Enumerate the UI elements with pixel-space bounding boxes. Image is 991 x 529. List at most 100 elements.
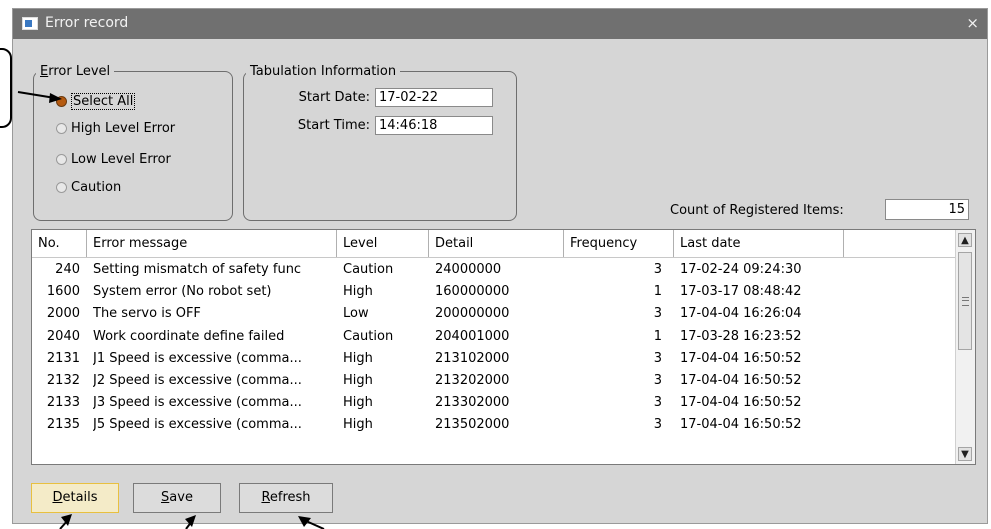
cell-level: Low — [343, 306, 369, 322]
start-time-field[interactable] — [375, 116, 493, 135]
cell-frequency: 3 — [653, 262, 662, 277]
table-row[interactable]: 2131 J1 Speed is excessive (comma... High 2… — [32, 348, 957, 370]
title-bar[interactable]: Error record × — [13, 9, 987, 39]
table-row[interactable]: 2040 Work coordinate define failed Caution… — [32, 326, 957, 348]
callout-box — [0, 48, 12, 128]
scroll-thumb[interactable] — [958, 252, 972, 350]
cell-message: Setting mismatch of safety func — [93, 262, 302, 277]
radio-caution[interactable]: Caution — [56, 177, 121, 197]
refresh-label: efresh — [269, 490, 311, 505]
cell-level: Caution — [343, 328, 394, 344]
cell-no: 2135 — [46, 417, 80, 433]
tabulation-legend: Tabulation Information — [250, 64, 397, 79]
column-header-frequency[interactable]: Frequency — [564, 230, 674, 257]
list-header: No. Error message Level Detail Frequency… — [32, 230, 957, 258]
cell-frequency: 1 — [653, 284, 662, 300]
radio-low-level-error[interactable]: Low Level Error — [56, 149, 171, 169]
refresh-mnemonic: R — [261, 490, 270, 505]
window-title: Error record — [45, 15, 129, 31]
column-header-error-message[interactable]: Error message — [87, 230, 337, 257]
cell-last-date: 17-02-24 09:24:30 — [680, 262, 802, 277]
cell-level: High — [343, 395, 373, 411]
cell-last-date: 17-04-04 16:26:04 — [680, 306, 802, 322]
start-date-field[interactable] — [375, 88, 493, 107]
grip-icon — [962, 297, 969, 306]
cell-frequency: 3 — [653, 373, 662, 388]
save-label: ave — [169, 490, 193, 505]
radio-low-level-error-label: Low Level Error — [71, 151, 171, 167]
details-button[interactable]: Details — [31, 483, 119, 513]
cell-detail: 213502000 — [435, 417, 510, 433]
column-header-level[interactable]: Level — [337, 230, 429, 257]
table-row[interactable]: 1600 System error (No robot set) High 16000… — [32, 281, 957, 303]
vertical-scrollbar[interactable]: ▲ ▼ — [955, 230, 975, 464]
cell-message: The servo is OFF — [93, 306, 201, 322]
count-label: Count of Registered Items: — [670, 203, 844, 218]
details-label: etails — [62, 490, 98, 505]
cell-message: J5 Speed is excessive (comma... — [93, 417, 302, 433]
count-field[interactable] — [885, 199, 969, 220]
app-window-icon — [22, 17, 38, 30]
radio-select-all[interactable]: Select All — [56, 91, 136, 111]
cell-last-date: 17-03-28 16:23:52 — [680, 328, 802, 344]
details-mnemonic: D — [52, 490, 63, 505]
cell-frequency: 3 — [653, 306, 662, 322]
scroll-down-icon[interactable]: ▼ — [958, 447, 972, 461]
cell-detail: 204001000 — [435, 328, 510, 344]
cell-no: 2132 — [46, 373, 80, 388]
error-level-legend: Error Level — [40, 64, 111, 79]
cell-last-date: 17-04-04 16:50:52 — [680, 417, 802, 433]
cell-detail: 213102000 — [435, 350, 510, 366]
error-level-group: Error Level — [33, 64, 233, 221]
cell-no: 240 — [55, 262, 80, 277]
scroll-up-icon[interactable]: ▲ — [958, 233, 972, 247]
radio-high-level-error[interactable]: High Level Error — [56, 118, 175, 138]
table-row[interactable]: 2133 J3 Speed is excessive (comma... High 2… — [32, 392, 957, 414]
error-list[interactable]: No. Error message Level Detail Frequency… — [31, 229, 976, 465]
refresh-button[interactable]: Refresh — [239, 483, 333, 513]
table-row[interactable]: 240 Setting mismatch of safety func Cautio… — [32, 259, 957, 281]
cell-last-date: 17-04-04 16:50:52 — [680, 373, 802, 388]
radio-select-all-label: Select All — [71, 92, 136, 110]
radio-high-level-error-label: High Level Error — [71, 120, 176, 136]
save-button[interactable]: Save — [133, 483, 221, 513]
error-record-window: Error record × Error Level Select All Hi… — [12, 8, 988, 524]
start-date-label: Start Date: — [298, 90, 370, 105]
cell-message: J1 Speed is excessive (comma... — [93, 350, 302, 366]
cell-detail: 213202000 — [435, 373, 510, 388]
cell-detail: 213302000 — [435, 395, 510, 411]
cell-frequency: 3 — [653, 417, 662, 433]
column-header-last-date[interactable]: Last date — [674, 230, 844, 257]
cell-last-date: 17-03-17 08:48:42 — [680, 284, 802, 300]
radio-caution-label: Caution — [71, 179, 122, 195]
cell-no: 2131 — [46, 350, 80, 366]
cell-level: High — [343, 350, 373, 366]
cell-message: System error (No robot set) — [93, 284, 272, 300]
table-row[interactable]: 2000 The servo is OFF Low 200000000 3 17-04-0… — [32, 303, 957, 325]
start-time-label: Start Time: — [297, 118, 370, 133]
cell-detail: 160000000 — [435, 284, 510, 300]
cell-frequency: 3 — [653, 350, 662, 366]
radio-caution-icon[interactable] — [56, 181, 67, 193]
table-row[interactable]: 2132 J2 Speed is excessive (comma... High 2… — [32, 370, 957, 392]
cell-message: J2 Speed is excessive (comma... — [93, 373, 302, 388]
column-header-detail[interactable]: Detail — [429, 230, 564, 257]
cell-message: Work coordinate define failed — [93, 328, 285, 344]
cell-level: Caution — [343, 262, 394, 277]
column-header-no[interactable]: No. — [32, 230, 87, 257]
radio-high-level-error-icon[interactable] — [56, 122, 67, 134]
table-row[interactable]: 2135 J5 Speed is excessive (comma... High 2… — [32, 414, 957, 436]
cell-no: 2133 — [46, 395, 80, 411]
cell-frequency: 3 — [653, 395, 662, 411]
cell-frequency: 1 — [653, 328, 662, 344]
radio-select-all-icon[interactable] — [56, 95, 67, 107]
cell-level: High — [343, 417, 373, 433]
cell-message: J3 Speed is excessive (comma... — [93, 395, 302, 411]
close-icon[interactable]: × — [966, 14, 979, 32]
cell-last-date: 17-04-04 16:50:52 — [680, 395, 802, 411]
cell-no: 1600 — [46, 284, 80, 300]
cell-level: High — [343, 373, 373, 388]
cell-no: 2000 — [46, 306, 80, 322]
start-time-row: Start Time: — [248, 116, 493, 135]
radio-low-level-error-icon[interactable] — [56, 153, 67, 165]
